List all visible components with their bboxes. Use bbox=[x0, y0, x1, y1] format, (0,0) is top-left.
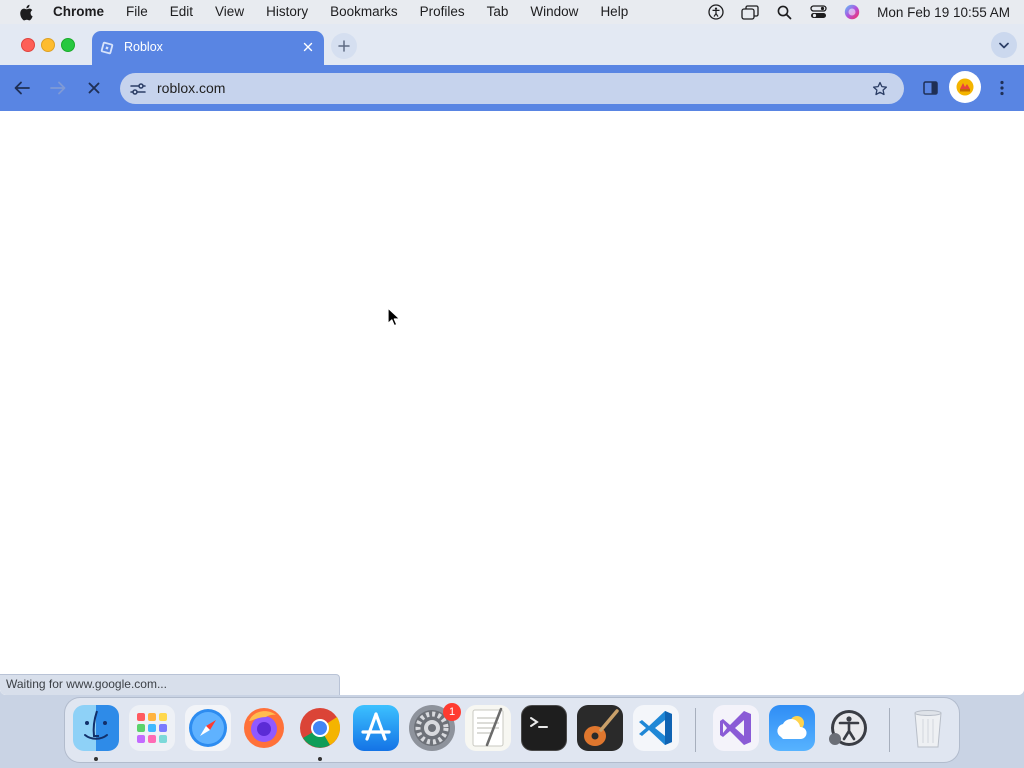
visual-studio-icon bbox=[720, 711, 751, 745]
dock-launchpad[interactable] bbox=[129, 705, 175, 751]
accessibility-icon[interactable] bbox=[699, 0, 733, 24]
stop-button[interactable] bbox=[82, 76, 106, 100]
address-bar[interactable]: roblox.com bbox=[120, 73, 904, 104]
menu-bar: Chrome File Edit View History Bookmarks … bbox=[0, 0, 1024, 24]
url-text[interactable]: roblox.com bbox=[157, 80, 225, 96]
dock-running-indicator bbox=[318, 757, 322, 761]
chrome-menu-button[interactable] bbox=[990, 76, 1014, 100]
side-panel-button[interactable] bbox=[918, 76, 942, 100]
tab-title: Roblox bbox=[124, 40, 163, 54]
guitar-icon bbox=[584, 709, 619, 746]
tab-close-icon[interactable] bbox=[300, 39, 316, 55]
dock-running-indicator bbox=[94, 757, 98, 761]
chevron-down-icon bbox=[999, 42, 1009, 48]
dock-safari[interactable] bbox=[185, 705, 231, 751]
menu-tab[interactable]: Tab bbox=[476, 0, 520, 24]
dock-textedit[interactable] bbox=[465, 705, 511, 751]
back-arrow-icon bbox=[14, 81, 30, 95]
stop-loading-icon bbox=[88, 82, 100, 94]
mouse-cursor-icon bbox=[387, 307, 401, 327]
apple-menu-icon[interactable] bbox=[0, 0, 52, 24]
forward-button[interactable] bbox=[46, 76, 70, 100]
profile-avatar[interactable] bbox=[949, 71, 981, 103]
side-panel-icon bbox=[922, 81, 938, 95]
control-center-icon[interactable] bbox=[801, 0, 835, 24]
dock-visual-studio-code[interactable] bbox=[633, 705, 679, 751]
forward-arrow-icon bbox=[50, 81, 66, 95]
menu-view[interactable]: View bbox=[204, 0, 255, 24]
site-info-icon[interactable] bbox=[128, 79, 148, 99]
dock-finder[interactable] bbox=[73, 705, 119, 751]
window-minimize-button[interactable] bbox=[41, 38, 55, 52]
dock-google-chrome[interactable] bbox=[297, 705, 343, 751]
trash-icon bbox=[914, 710, 942, 748]
dock-firefox[interactable] bbox=[241, 705, 287, 751]
window-switcher-icon[interactable] bbox=[733, 0, 767, 24]
browser-toolbar: roblox.com bbox=[0, 65, 1024, 111]
vscode-icon bbox=[639, 711, 672, 745]
dock-visual-studio[interactable] bbox=[713, 705, 759, 751]
tab-strip: Roblox bbox=[0, 24, 1024, 65]
tab-search-button[interactable] bbox=[991, 32, 1017, 58]
dock-trash[interactable] bbox=[905, 705, 951, 751]
window-zoom-button[interactable] bbox=[61, 38, 75, 52]
firefox-icon bbox=[244, 708, 284, 748]
dock-separator bbox=[695, 708, 696, 752]
menu-history[interactable]: History bbox=[255, 0, 319, 24]
kebab-menu-icon bbox=[1000, 80, 1004, 96]
roblox-favicon-icon bbox=[100, 41, 114, 55]
spotlight-search-icon[interactable] bbox=[767, 0, 801, 24]
menu-bookmarks[interactable]: Bookmarks bbox=[319, 0, 409, 24]
profile-avatar-icon bbox=[956, 78, 974, 96]
menu-bar-clock[interactable]: Mon Feb 19 10:55 AM bbox=[869, 5, 1010, 20]
menu-help[interactable]: Help bbox=[589, 0, 639, 24]
dock-app-store[interactable] bbox=[353, 705, 399, 751]
page-content[interactable] bbox=[0, 111, 1024, 695]
chrome-window: Roblox roblox.com Waiting for www.google… bbox=[0, 24, 1024, 695]
terminal-icon bbox=[530, 717, 548, 728]
menu-file[interactable]: File bbox=[115, 0, 159, 24]
chrome-icon bbox=[300, 708, 341, 748]
textedit-icon bbox=[472, 707, 504, 747]
notification-badge: 1 bbox=[443, 703, 461, 721]
status-bubble: Waiting for www.google.com... bbox=[0, 674, 340, 695]
menu-window[interactable]: Window bbox=[519, 0, 589, 24]
bookmark-star-icon[interactable] bbox=[870, 79, 890, 99]
dock-terminal[interactable] bbox=[521, 705, 567, 751]
dock-garageband[interactable] bbox=[577, 705, 623, 751]
dock: 1 bbox=[64, 697, 960, 763]
app-store-icon bbox=[361, 712, 391, 741]
launchpad-icon bbox=[137, 713, 167, 743]
dock-weather[interactable] bbox=[769, 705, 815, 751]
finder-icon bbox=[84, 710, 108, 740]
window-close-button[interactable] bbox=[21, 38, 35, 52]
back-button[interactable] bbox=[10, 76, 34, 100]
siri-icon[interactable] bbox=[835, 0, 869, 24]
menu-profiles[interactable]: Profiles bbox=[409, 0, 476, 24]
safari-compass-icon bbox=[189, 709, 227, 747]
menu-app-chrome[interactable]: Chrome bbox=[52, 0, 115, 24]
dock-separator bbox=[889, 708, 890, 752]
tab-roblox[interactable]: Roblox bbox=[92, 31, 324, 65]
plus-icon bbox=[338, 40, 350, 52]
new-tab-button[interactable] bbox=[331, 33, 357, 59]
weather-cloud-icon bbox=[777, 716, 807, 739]
accessibility-inspector-icon bbox=[829, 710, 867, 746]
dock-accessibility-inspector[interactable] bbox=[825, 705, 871, 751]
menu-edit[interactable]: Edit bbox=[159, 0, 204, 24]
